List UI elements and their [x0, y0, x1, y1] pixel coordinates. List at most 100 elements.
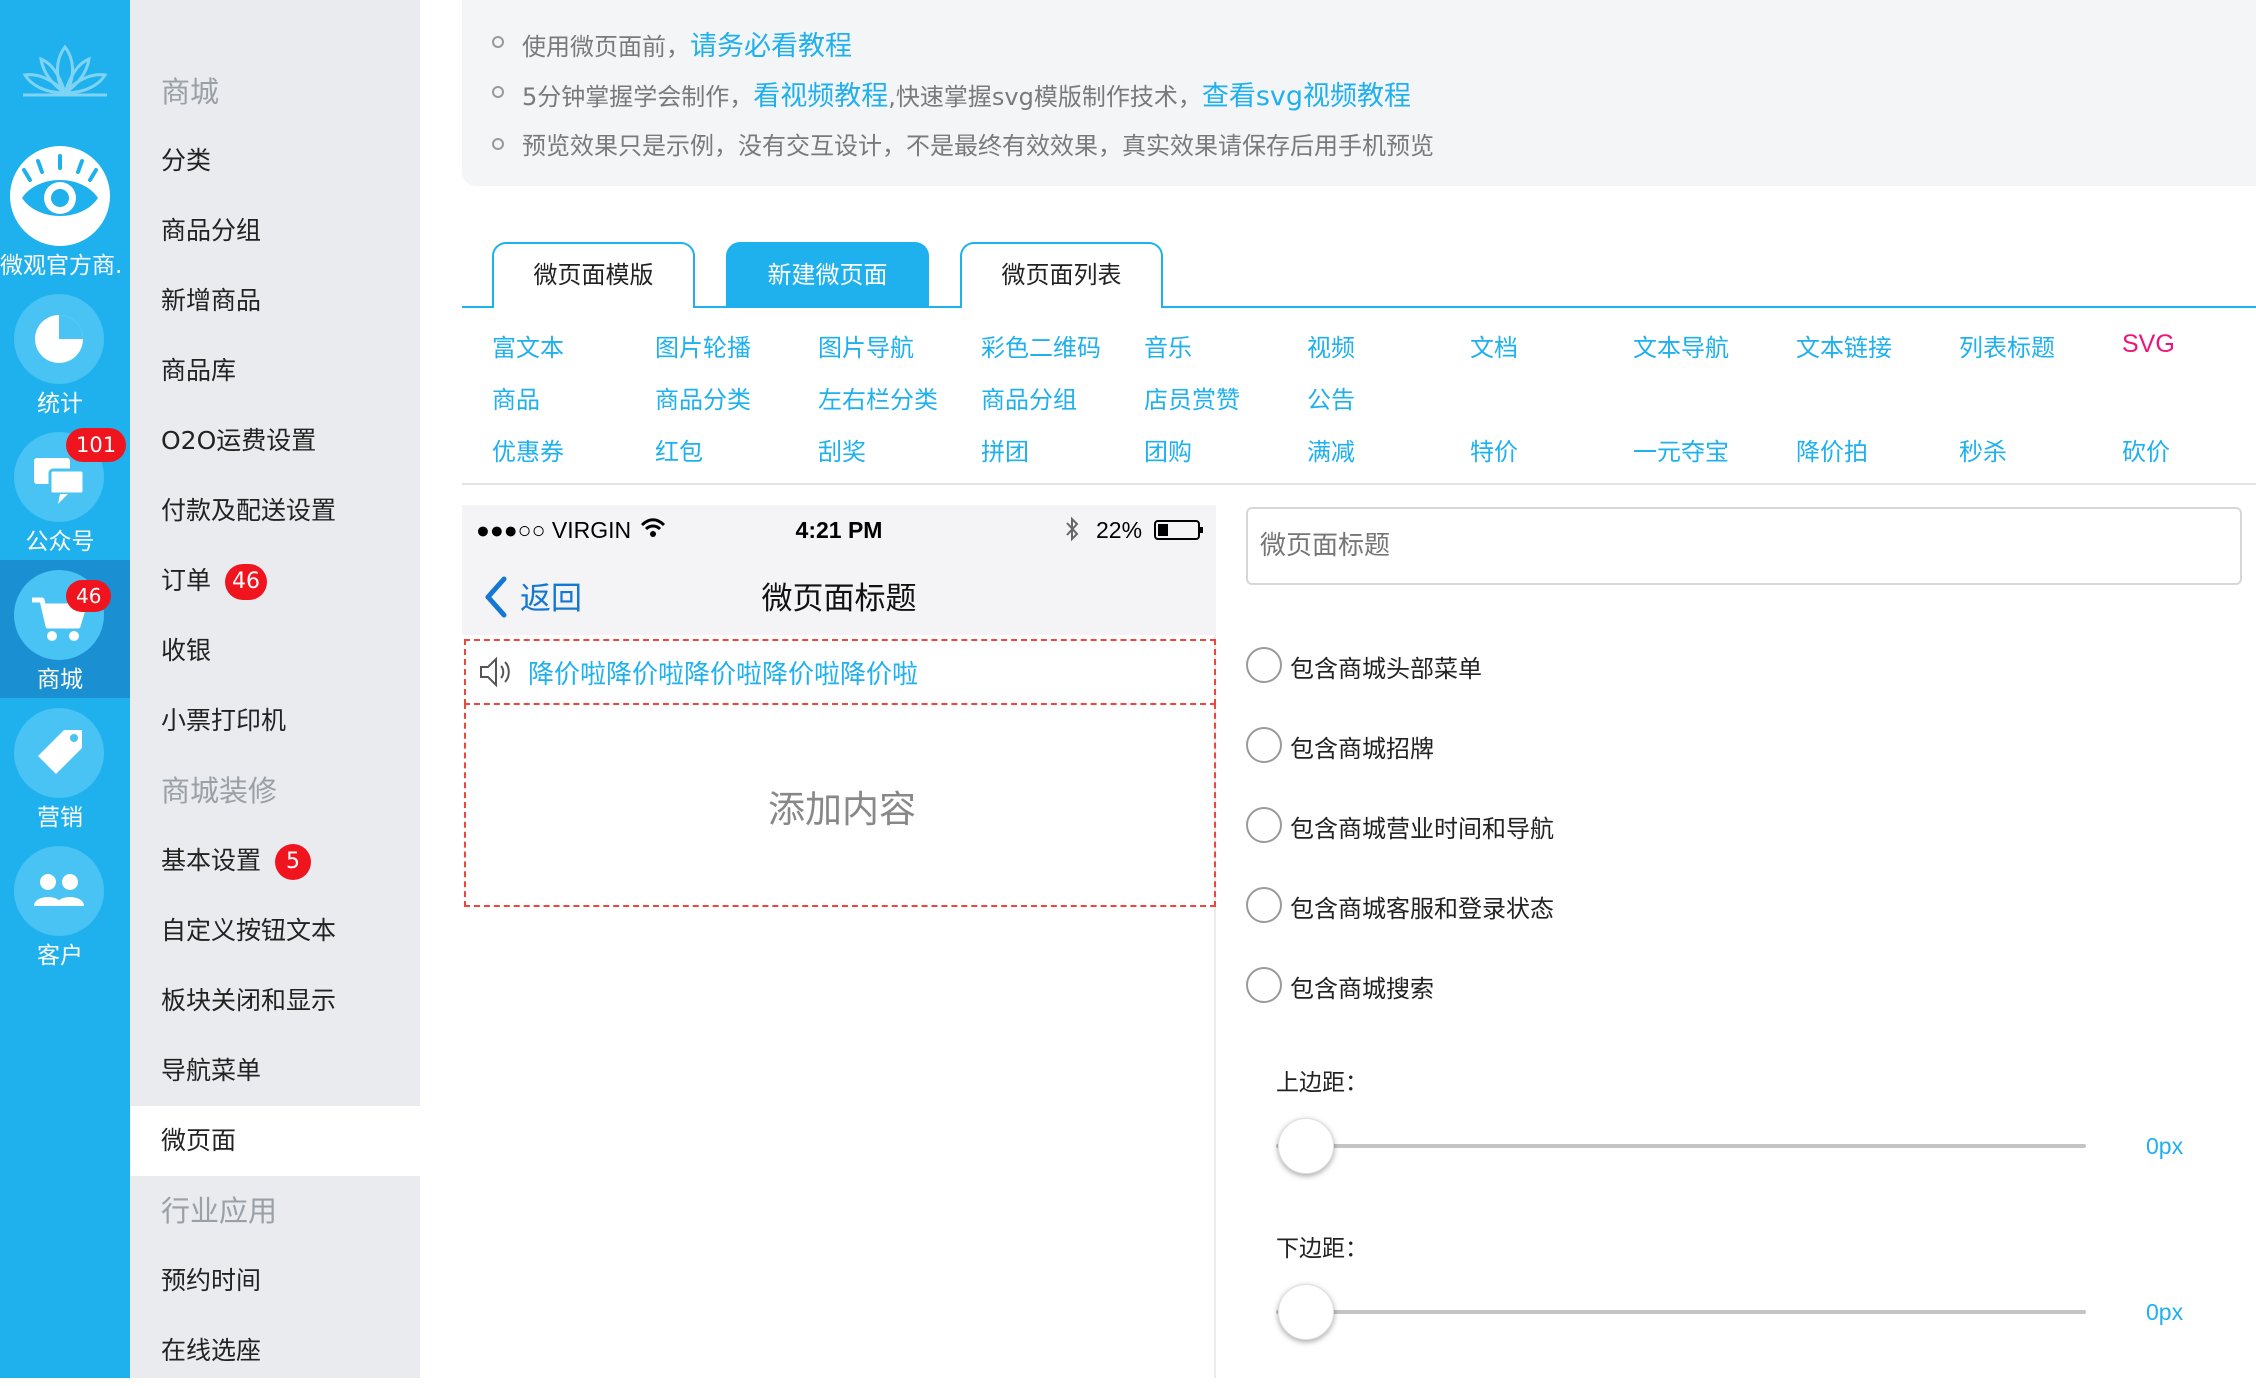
- ticker-text: 降价啦降价啦降价啦降价啦降价啦: [528, 660, 919, 690]
- component-scratch-card[interactable]: 刮奖: [818, 432, 866, 467]
- menu-item-basic-settings[interactable]: 基本设置 5: [130, 826, 420, 896]
- rail-label: 统计: [37, 391, 83, 417]
- top-margin-slider-thumb[interactable]: [1278, 1118, 1334, 1174]
- add-content-label: 添加内容: [768, 788, 916, 831]
- radio-button[interactable]: [1246, 967, 1282, 1003]
- component-svg[interactable]: SVG: [2122, 330, 2175, 359]
- rail-item-customers[interactable]: 客户: [0, 842, 130, 980]
- svg-video-tutorial-link[interactable]: 查看svg视频教程: [1202, 81, 1411, 112]
- component-product-group[interactable]: 商品分组: [981, 380, 1077, 415]
- menu-item-product-library[interactable]: 商品库: [130, 336, 420, 406]
- top-margin-label: 上边距：: [1276, 1070, 1368, 1096]
- tab-bar: 微页面模版 新建微页面 微页面列表: [462, 240, 2256, 308]
- tag-icon: [38, 730, 82, 774]
- phone-page-title: 微页面标题: [761, 581, 917, 617]
- menu-item-label: 订单: [161, 566, 212, 595]
- component-team-purchase[interactable]: 团购: [1144, 432, 1192, 467]
- radio-button[interactable]: [1246, 727, 1282, 763]
- menu-item-receipt-printer[interactable]: 小票打印机: [130, 686, 420, 756]
- rail-item-marketing[interactable]: 营销: [0, 704, 130, 842]
- battery-percent: 22%: [1096, 517, 1143, 543]
- rail-item-wechat[interactable]: 101 公众号: [0, 428, 130, 566]
- component-list-title[interactable]: 列表标题: [1959, 328, 2055, 363]
- announcement-ticker[interactable]: 降价啦降价啦降价啦降价啦降价啦: [464, 639, 1216, 705]
- component-split-category[interactable]: 左右栏分类: [818, 380, 938, 415]
- menu-item-category[interactable]: 分类: [130, 126, 420, 196]
- component-coupon[interactable]: 优惠券: [492, 432, 564, 467]
- menu-item-orders[interactable]: 订单 46: [130, 546, 420, 616]
- component-red-packet[interactable]: 红包: [655, 432, 703, 467]
- add-content-area[interactable]: 添加内容: [464, 703, 1216, 907]
- notification-badge: 101: [66, 428, 127, 462]
- settings-count-badge: 5: [275, 844, 312, 880]
- rail-icon-bg: [14, 708, 104, 798]
- component-text-link[interactable]: 文本链接: [1796, 328, 1892, 363]
- component-announcement[interactable]: 公告: [1307, 380, 1355, 415]
- pie-chart-icon: [35, 315, 83, 363]
- tab-page-list[interactable]: 微页面列表: [960, 242, 1163, 308]
- menu-item-block-visibility[interactable]: 板块关闭和显示: [130, 966, 420, 1036]
- component-staff-tips[interactable]: 店员赏赞: [1144, 380, 1240, 415]
- bluetooth-icon: [1066, 516, 1079, 542]
- component-music[interactable]: 音乐: [1144, 328, 1192, 363]
- menu-item-add-product[interactable]: 新增商品: [130, 266, 420, 336]
- component-text-nav[interactable]: 文本导航: [1633, 328, 1729, 363]
- notice-line: 使用微页面前，请务必看教程: [492, 24, 852, 63]
- component-document[interactable]: 文档: [1470, 328, 1518, 363]
- rail-label: 微观官方商...: [0, 253, 120, 279]
- component-image-carousel[interactable]: 图片轮播: [655, 328, 751, 363]
- component-special-price[interactable]: 特价: [1470, 432, 1518, 467]
- component-flash-sale[interactable]: 秒杀: [1959, 432, 2007, 467]
- component-price-drop-auction[interactable]: 降价拍: [1796, 432, 1868, 467]
- component-group-buy[interactable]: 拼团: [981, 432, 1029, 467]
- sidebar-menu: 商城 分类 商品分组 新增商品 商品库 O2O运费设置 付款及配送设置 订单 46…: [130, 0, 420, 1378]
- notice-text: 使用微页面前，: [522, 33, 690, 61]
- component-product[interactable]: 商品: [492, 380, 540, 415]
- tutorial-link[interactable]: 请务必看教程: [690, 31, 852, 62]
- top-margin-slider-track[interactable]: [1276, 1144, 2086, 1148]
- menu-item-cashier[interactable]: 收银: [130, 616, 420, 686]
- radio-button[interactable]: [1246, 807, 1282, 843]
- option-label: 包含商城头部菜单: [1290, 655, 1482, 683]
- bottom-margin-slider-track[interactable]: [1276, 1310, 2086, 1314]
- component-bargain[interactable]: 砍价: [2122, 432, 2170, 467]
- menu-item-micro-page[interactable]: 微页面: [130, 1106, 420, 1176]
- component-image-nav[interactable]: 图片导航: [818, 328, 914, 363]
- rail-label: 营销: [37, 805, 83, 831]
- phone-nav-bar: 返回 微页面标题: [462, 555, 1216, 635]
- rail-item-account[interactable]: 微观官方商...: [0, 140, 130, 279]
- menu-item-custom-button-text[interactable]: 自定义按钮文本: [130, 896, 420, 966]
- rail-icon-bg: [14, 294, 104, 384]
- page-title-input[interactable]: [1246, 507, 2242, 585]
- tab-new-page[interactable]: 新建微页面: [726, 242, 929, 308]
- radio-button[interactable]: [1246, 887, 1282, 923]
- video-tutorial-link[interactable]: 看视频教程: [753, 81, 888, 112]
- bottom-margin-label: 下边距：: [1276, 1236, 1368, 1262]
- menu-section-industry: 行业应用: [161, 1194, 278, 1228]
- component-product-category[interactable]: 商品分类: [655, 380, 751, 415]
- menu-item-appointment[interactable]: 预约时间: [130, 1246, 420, 1316]
- menu-item-nav-menu[interactable]: 导航菜单: [130, 1036, 420, 1106]
- bottom-margin-value: 0px: [2146, 1299, 2184, 1325]
- component-discount[interactable]: 满减: [1307, 432, 1355, 467]
- option-label: 包含商城客服和登录状态: [1290, 895, 1554, 923]
- notice-text: 预览效果只是示例，没有交互设计，不是最终有效效果，真实效果请保存后用手机预览: [522, 132, 1434, 160]
- component-color-qrcode[interactable]: 彩色二维码: [981, 328, 1101, 363]
- menu-item-payment-delivery[interactable]: 付款及配送设置: [130, 476, 420, 546]
- rail-item-mall[interactable]: 46 商城: [0, 560, 130, 698]
- tab-templates[interactable]: 微页面模版: [492, 242, 695, 308]
- menu-item-o2o-shipping[interactable]: O2O运费设置: [130, 406, 420, 476]
- menu-item-product-group[interactable]: 商品分组: [130, 196, 420, 266]
- notice-panel: 使用微页面前，请务必看教程 5分钟掌握学会制作，看视频教程,快速掌握svg模版制…: [462, 0, 2256, 186]
- menu-item-label: 基本设置: [161, 846, 262, 875]
- lotus-logo-icon: [22, 44, 108, 97]
- component-one-yuan-lottery[interactable]: 一元夺宝: [1633, 432, 1729, 467]
- menu-item-seat-selection[interactable]: 在线选座: [130, 1316, 420, 1386]
- order-count-badge: 46: [225, 564, 268, 600]
- eye-icon: [12, 148, 108, 244]
- component-rich-text[interactable]: 富文本: [492, 328, 564, 363]
- component-video[interactable]: 视频: [1307, 328, 1355, 363]
- radio-button[interactable]: [1246, 647, 1282, 683]
- rail-item-stats[interactable]: 统计: [0, 290, 130, 428]
- bottom-margin-slider-thumb[interactable]: [1278, 1284, 1334, 1340]
